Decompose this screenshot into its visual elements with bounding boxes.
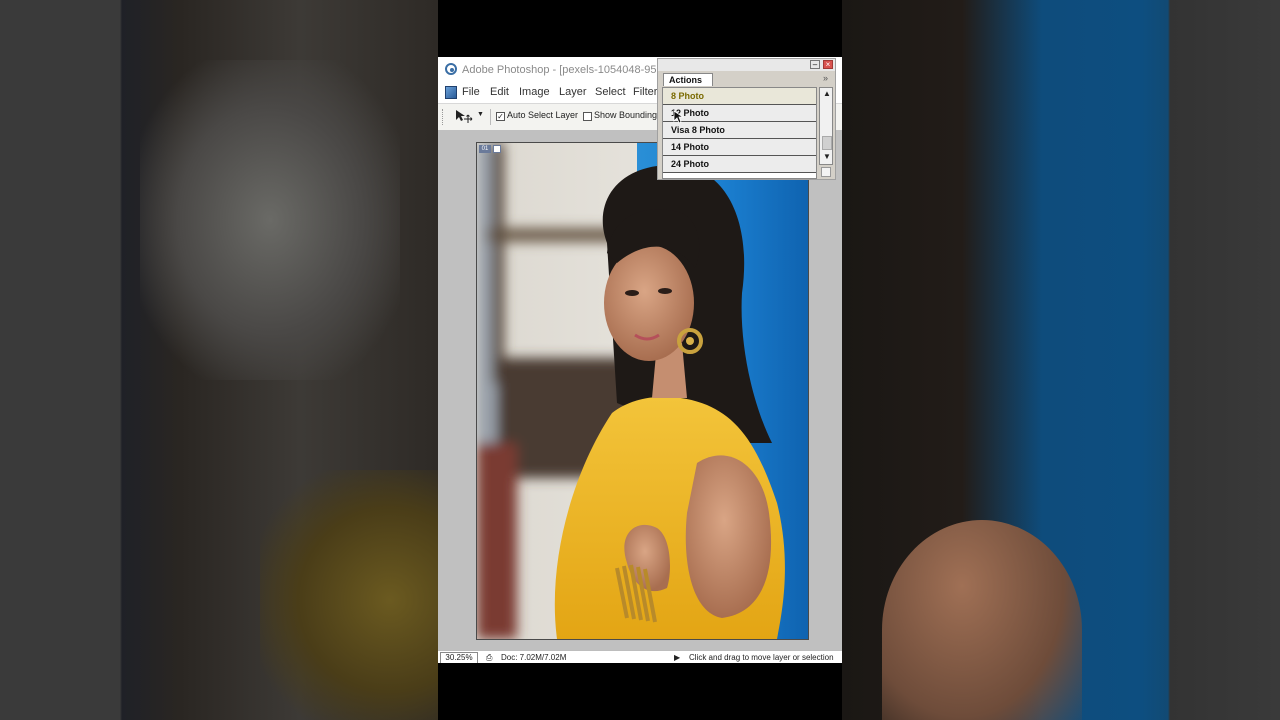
panel-title-bar[interactable]: – × bbox=[658, 59, 835, 71]
action-item-14-photo[interactable]: 14 Photo bbox=[663, 139, 816, 156]
status-hint: Click and drag to move layer or selectio… bbox=[689, 653, 834, 662]
auto-select-label: Auto Select Layer bbox=[507, 110, 579, 120]
resize-grip-icon[interactable] bbox=[821, 167, 831, 177]
triangle-right-icon[interactable]: ▶ bbox=[674, 652, 680, 663]
action-item-12-photo[interactable]: 12 Photo bbox=[663, 105, 816, 122]
chevron-down-icon[interactable]: ▼ bbox=[822, 152, 832, 162]
blurred-background-right bbox=[842, 0, 1280, 720]
move-tool-icon[interactable] bbox=[454, 109, 478, 125]
zoom-level-field[interactable]: 30.25% bbox=[440, 652, 478, 663]
action-item-24-photo[interactable]: 24 Photo bbox=[663, 156, 816, 173]
show-bounding-checkbox[interactable] bbox=[583, 112, 592, 121]
slice-icon bbox=[493, 145, 501, 153]
mouse-cursor-icon bbox=[673, 110, 685, 124]
scroll-thumb[interactable] bbox=[822, 136, 832, 150]
menu-layer[interactable]: Layer bbox=[559, 86, 587, 98]
menu-file[interactable]: File bbox=[462, 86, 480, 98]
photoshop-eye-icon bbox=[445, 63, 457, 75]
canvas-area[interactable]: 01 bbox=[438, 130, 842, 650]
blurred-background-left bbox=[0, 0, 438, 720]
menu-edit[interactable]: Edit bbox=[490, 86, 509, 98]
auto-select-checkbox[interactable]: ✓ bbox=[496, 112, 505, 121]
actions-list: 8 Photo 12 Photo Visa 8 Photo 14 Photo 2… bbox=[662, 87, 817, 179]
status-bar: 30.25% ⎙ Doc: 7.02M/7.02M ▶ Click and dr… bbox=[438, 650, 842, 663]
panel-menu-button[interactable]: » bbox=[823, 73, 828, 83]
document-icon[interactable] bbox=[445, 86, 457, 99]
menu-filter[interactable]: Filter bbox=[633, 86, 657, 98]
action-item-visa-8-photo[interactable]: Visa 8 Photo bbox=[663, 122, 816, 139]
minimize-icon[interactable]: – bbox=[810, 60, 820, 69]
tool-preset-caret-icon[interactable]: ▼ bbox=[477, 111, 484, 118]
show-bounding-label: Show Bounding B bbox=[594, 110, 666, 120]
doc-size: Doc: 7.02M/7.02M bbox=[501, 653, 567, 662]
slice-number: 01 bbox=[479, 145, 491, 153]
document-canvas[interactable]: 01 bbox=[476, 142, 809, 640]
menu-image[interactable]: Image bbox=[519, 86, 550, 98]
action-item-8-photo[interactable]: 8 Photo bbox=[663, 88, 816, 105]
actions-scrollbar[interactable]: ▲ ▼ bbox=[819, 87, 833, 165]
status-doc-icon: ⎙ bbox=[486, 653, 493, 662]
menu-select[interactable]: Select bbox=[595, 86, 626, 98]
close-icon[interactable]: × bbox=[823, 60, 833, 69]
tab-actions[interactable]: Actions bbox=[663, 73, 713, 86]
chevron-up-icon[interactable]: ▲ bbox=[822, 89, 832, 99]
portrait-photo bbox=[477, 143, 808, 639]
window-title: Adobe Photoshop - [pexels-1054048-95126 bbox=[462, 64, 675, 76]
options-bar-grip[interactable] bbox=[442, 109, 445, 125]
